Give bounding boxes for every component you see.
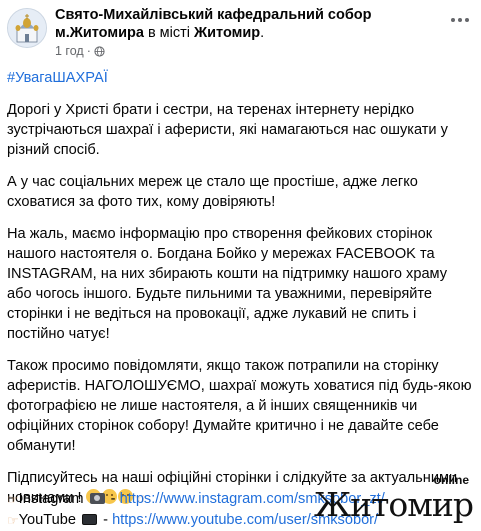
- post-paragraph-1: Дорогі у Христі брати і сестри, на терен…: [7, 102, 448, 158]
- television-icon: [82, 514, 98, 525]
- post-meta: 1 год ·: [55, 44, 105, 58]
- post-time[interactable]: 1 год: [55, 44, 84, 58]
- instagram-label: Instagram: [18, 491, 84, 507]
- backhand-index-pointing-right-icon: ☞: [7, 492, 19, 507]
- camera-icon: [89, 493, 105, 504]
- more-options-icon[interactable]: [447, 10, 473, 30]
- instagram-sep: -: [106, 491, 120, 507]
- post-paragraph-4: Також просимо повідомляти, якщо також по…: [7, 358, 472, 454]
- cathedral-logo-icon: [8, 9, 46, 47]
- post-body: #УвагаШАХРАЇ Дорогі у Христі брати і сес…: [7, 68, 475, 521]
- location-link[interactable]: Житомир: [194, 25, 260, 41]
- post-author-line: Свято-Михайлівський кафедральний собор м…: [55, 6, 450, 42]
- youtube-label: YouTube: [18, 512, 77, 528]
- meta-separator: ·: [86, 44, 91, 58]
- location-connector: в місті: [143, 25, 195, 41]
- watermark-logo: online Житомир: [311, 473, 477, 524]
- watermark-main-text: Житомир: [314, 485, 474, 524]
- backhand-index-pointing-right-icon: ☞: [7, 513, 19, 528]
- globe-icon[interactable]: [94, 45, 105, 57]
- post-header: Свято-Михайлівський кафедральний собор м…: [0, 0, 481, 64]
- hashtag-link[interactable]: #УвагаШАХРАЇ: [7, 70, 108, 86]
- youtube-sep: -: [99, 512, 113, 528]
- location-tail: .: [260, 25, 265, 41]
- post-paragraph-2: А у час соціальних мереж це стало ще про…: [7, 174, 418, 210]
- post-paragraph-3: На жаль, маємо інформацію про створення …: [7, 226, 448, 342]
- page-avatar[interactable]: [7, 8, 47, 48]
